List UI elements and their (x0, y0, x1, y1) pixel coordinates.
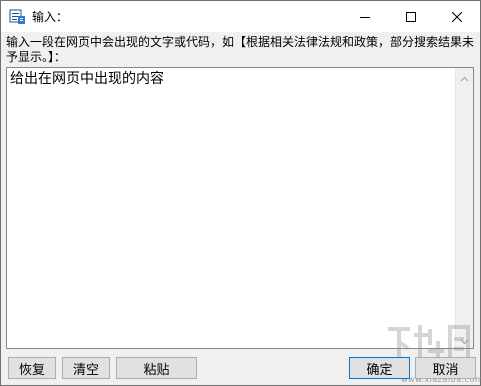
maximize-button[interactable] (388, 1, 434, 32)
maximize-icon (406, 7, 416, 26)
close-button[interactable] (434, 1, 480, 32)
title-bar[interactable]: 输入： (1, 1, 480, 32)
restore-button[interactable]: 恢复 (8, 357, 56, 379)
input-dialog: 输入： 输入一段在网页中会出现的文字或代码，如【根据相关法律法规和政策，部分搜索… (0, 0, 481, 386)
textarea-value: 给出在网页中出现的内容 (10, 71, 164, 87)
window-title: 输入： (32, 10, 69, 24)
paste-button[interactable]: 粘贴 (116, 357, 197, 379)
cancel-button[interactable]: 取消 (415, 357, 476, 379)
prompt-label: 输入一段在网页中会出现的文字或代码，如【根据相关法律法规和政策，部分搜索结果未予… (6, 35, 475, 64)
vertical-scrollbar[interactable] (455, 68, 473, 348)
chevron-up-icon (460, 67, 469, 86)
content-textarea[interactable]: 给出在网页中出现的内容 (6, 67, 474, 349)
minimize-button[interactable] (342, 1, 388, 32)
scroll-down-button[interactable] (456, 331, 473, 348)
chevron-down-icon (460, 330, 469, 349)
scroll-up-button[interactable] (456, 68, 473, 85)
app-icon (9, 8, 26, 25)
minimize-icon (360, 7, 370, 26)
clear-button[interactable]: 清空 (62, 357, 110, 379)
close-icon (451, 7, 463, 26)
ok-button[interactable]: 确定 (349, 357, 410, 379)
